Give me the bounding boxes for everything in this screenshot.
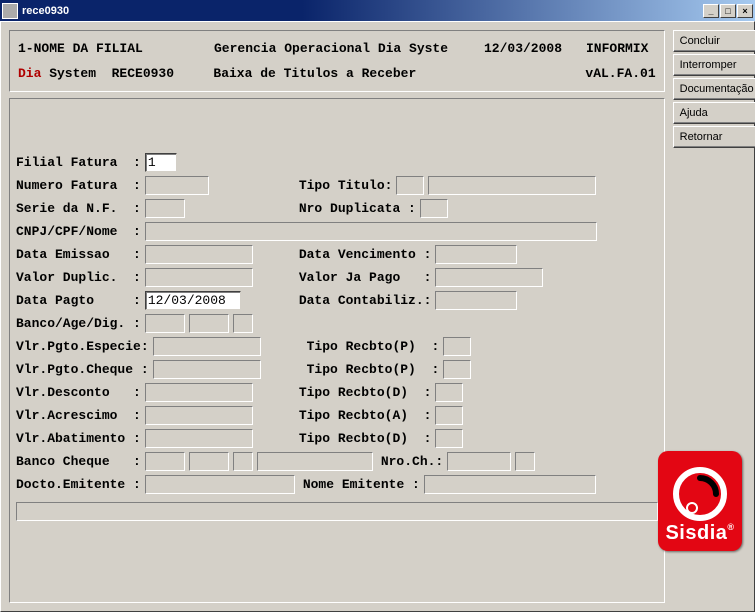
header-version: vAL.FA.01 [585, 66, 655, 81]
label-serie-nf: Serie da N.F. : [16, 201, 141, 216]
form-panel: Filial Fatura : Numero Fatura : Tipo Tit… [9, 98, 665, 603]
vlr-acrescimo-field[interactable] [145, 406, 253, 425]
nro-ch-field[interactable] [447, 452, 511, 471]
label-numero-fatura: Numero Fatura : [16, 178, 141, 193]
data-vencto-field [435, 245, 517, 264]
label-tipo-recbto-d2: Tipo Recbto(D) : [299, 431, 432, 446]
filial-fatura-input[interactable] [145, 153, 177, 172]
valor-ja-pago-field [435, 268, 543, 287]
label-vlr-acrescimo: Vlr.Acrescimo : [16, 408, 141, 423]
banco-cheque-field[interactable] [145, 452, 185, 471]
header-system: System RECE0930 [41, 66, 213, 81]
vlr-desconto-field[interactable] [145, 383, 253, 402]
label-nro-ch: Nro.Ch.: [381, 454, 443, 469]
interromper-button[interactable]: Interromper [673, 54, 755, 76]
label-data-pagto: Data Pagto : [16, 293, 141, 308]
agencia-field[interactable] [189, 314, 229, 333]
docto-emitente-field[interactable] [145, 475, 295, 494]
header-dia: Dia [18, 66, 41, 81]
label-vlr-pgto-especie: Vlr.Pgto.Especie: [16, 339, 149, 354]
header-subtitle: Baixa de Titulos a Receber [213, 66, 585, 81]
header-date: 12/03/2008 [484, 41, 586, 56]
nome-emitente-field[interactable] [424, 475, 596, 494]
label-vlr-abatimento: Vlr.Abatimento : [16, 431, 141, 446]
header-title: Gerencia Operacional Dia Syste [214, 41, 484, 56]
tipo-recbto-p2-field[interactable] [443, 360, 471, 379]
label-nome-emitente: Nome Emitente : [303, 477, 420, 492]
cnpj-cpf-nome-field [145, 222, 597, 241]
label-cnpj-cpf-nome: CNPJ/CPF/Nome : [16, 224, 141, 239]
header-filial: 1-NOME DA FILIAL [18, 41, 214, 56]
label-tipo-recbto-p: Tipo Recbto(P) : [307, 339, 440, 354]
data-pagto-input[interactable] [145, 291, 241, 310]
label-valor-ja-pago: Valor Ja Pago : [299, 270, 432, 285]
close-button[interactable]: × [737, 4, 753, 18]
logo-text: Sisdia [665, 522, 727, 544]
label-data-contab: Data Contabiliz.: [299, 293, 432, 308]
digito-field[interactable] [233, 314, 253, 333]
swirl-icon [672, 466, 728, 522]
tipo-titulo-field[interactable] [396, 176, 424, 195]
tipo-titulo-desc-field [428, 176, 596, 195]
data-emissao-field [145, 245, 253, 264]
label-vlr-desconto: Vlr.Desconto : [16, 385, 141, 400]
data-contab-field [435, 291, 517, 310]
banco-field[interactable] [145, 314, 185, 333]
label-filial-fatura: Filial Fatura : [16, 155, 141, 170]
banco-cheque-dig-field[interactable] [233, 452, 253, 471]
label-tipo-recbto-p2: Tipo Recbto(P) : [307, 362, 440, 377]
vlr-pgto-especie-field[interactable] [153, 337, 261, 356]
tipo-recbto-p-field[interactable] [443, 337, 471, 356]
numero-fatura-field[interactable] [145, 176, 209, 195]
label-data-vencto: Data Vencimento : [299, 247, 432, 262]
banco-cheque-age-field[interactable] [189, 452, 229, 471]
vlr-abatimento-field[interactable] [145, 429, 253, 448]
label-docto-emitente: Docto.Emitente : [16, 477, 141, 492]
minimize-button[interactable]: _ [703, 4, 719, 18]
label-nro-duplicata: Nro Duplicata : [299, 201, 416, 216]
nro-ch-dig-field[interactable] [515, 452, 535, 471]
label-vlr-pgto-cheque: Vlr.Pgto.Cheque : [16, 362, 149, 377]
nro-duplicata-field[interactable] [420, 199, 448, 218]
ajuda-button[interactable]: Ajuda [673, 102, 755, 124]
label-tipo-recbto-d: Tipo Recbto(D) : [299, 385, 432, 400]
tipo-recbto-d2-field[interactable] [435, 429, 463, 448]
tipo-recbto-d-field[interactable] [435, 383, 463, 402]
app-icon [2, 3, 18, 19]
banco-cheque-desc-field [257, 452, 373, 471]
header-panel: 1-NOME DA FILIAL Gerencia Operacional Di… [9, 30, 665, 92]
label-data-emissao: Data Emissao : [16, 247, 141, 262]
window-title: rece0930 [22, 5, 703, 17]
status-bar [16, 502, 658, 521]
serie-nf-field[interactable] [145, 199, 185, 218]
tipo-recbto-a-field[interactable] [435, 406, 463, 425]
label-banco-cheque: Banco Cheque : [16, 454, 141, 469]
sisdia-logo: Sisdia® [658, 451, 742, 551]
label-banco-age-dig: Banco/Age/Dig. : [16, 316, 141, 331]
retornar-button[interactable]: Retornar [673, 126, 755, 148]
documentacao-button[interactable]: Documentação [673, 78, 755, 100]
vlr-pgto-cheque-field[interactable] [153, 360, 261, 379]
label-valor-duplic: Valor Duplic. : [16, 270, 141, 285]
maximize-button[interactable]: □ [720, 4, 736, 18]
label-tipo-titulo: Tipo Titulo: [299, 178, 393, 193]
header-db: INFORMIX [586, 41, 648, 56]
title-bar: rece0930 _ □ × [0, 0, 755, 21]
valor-duplic-field [145, 268, 253, 287]
label-tipo-recbto-a: Tipo Recbto(A) : [299, 408, 432, 423]
concluir-button[interactable]: Concluir [673, 30, 755, 52]
